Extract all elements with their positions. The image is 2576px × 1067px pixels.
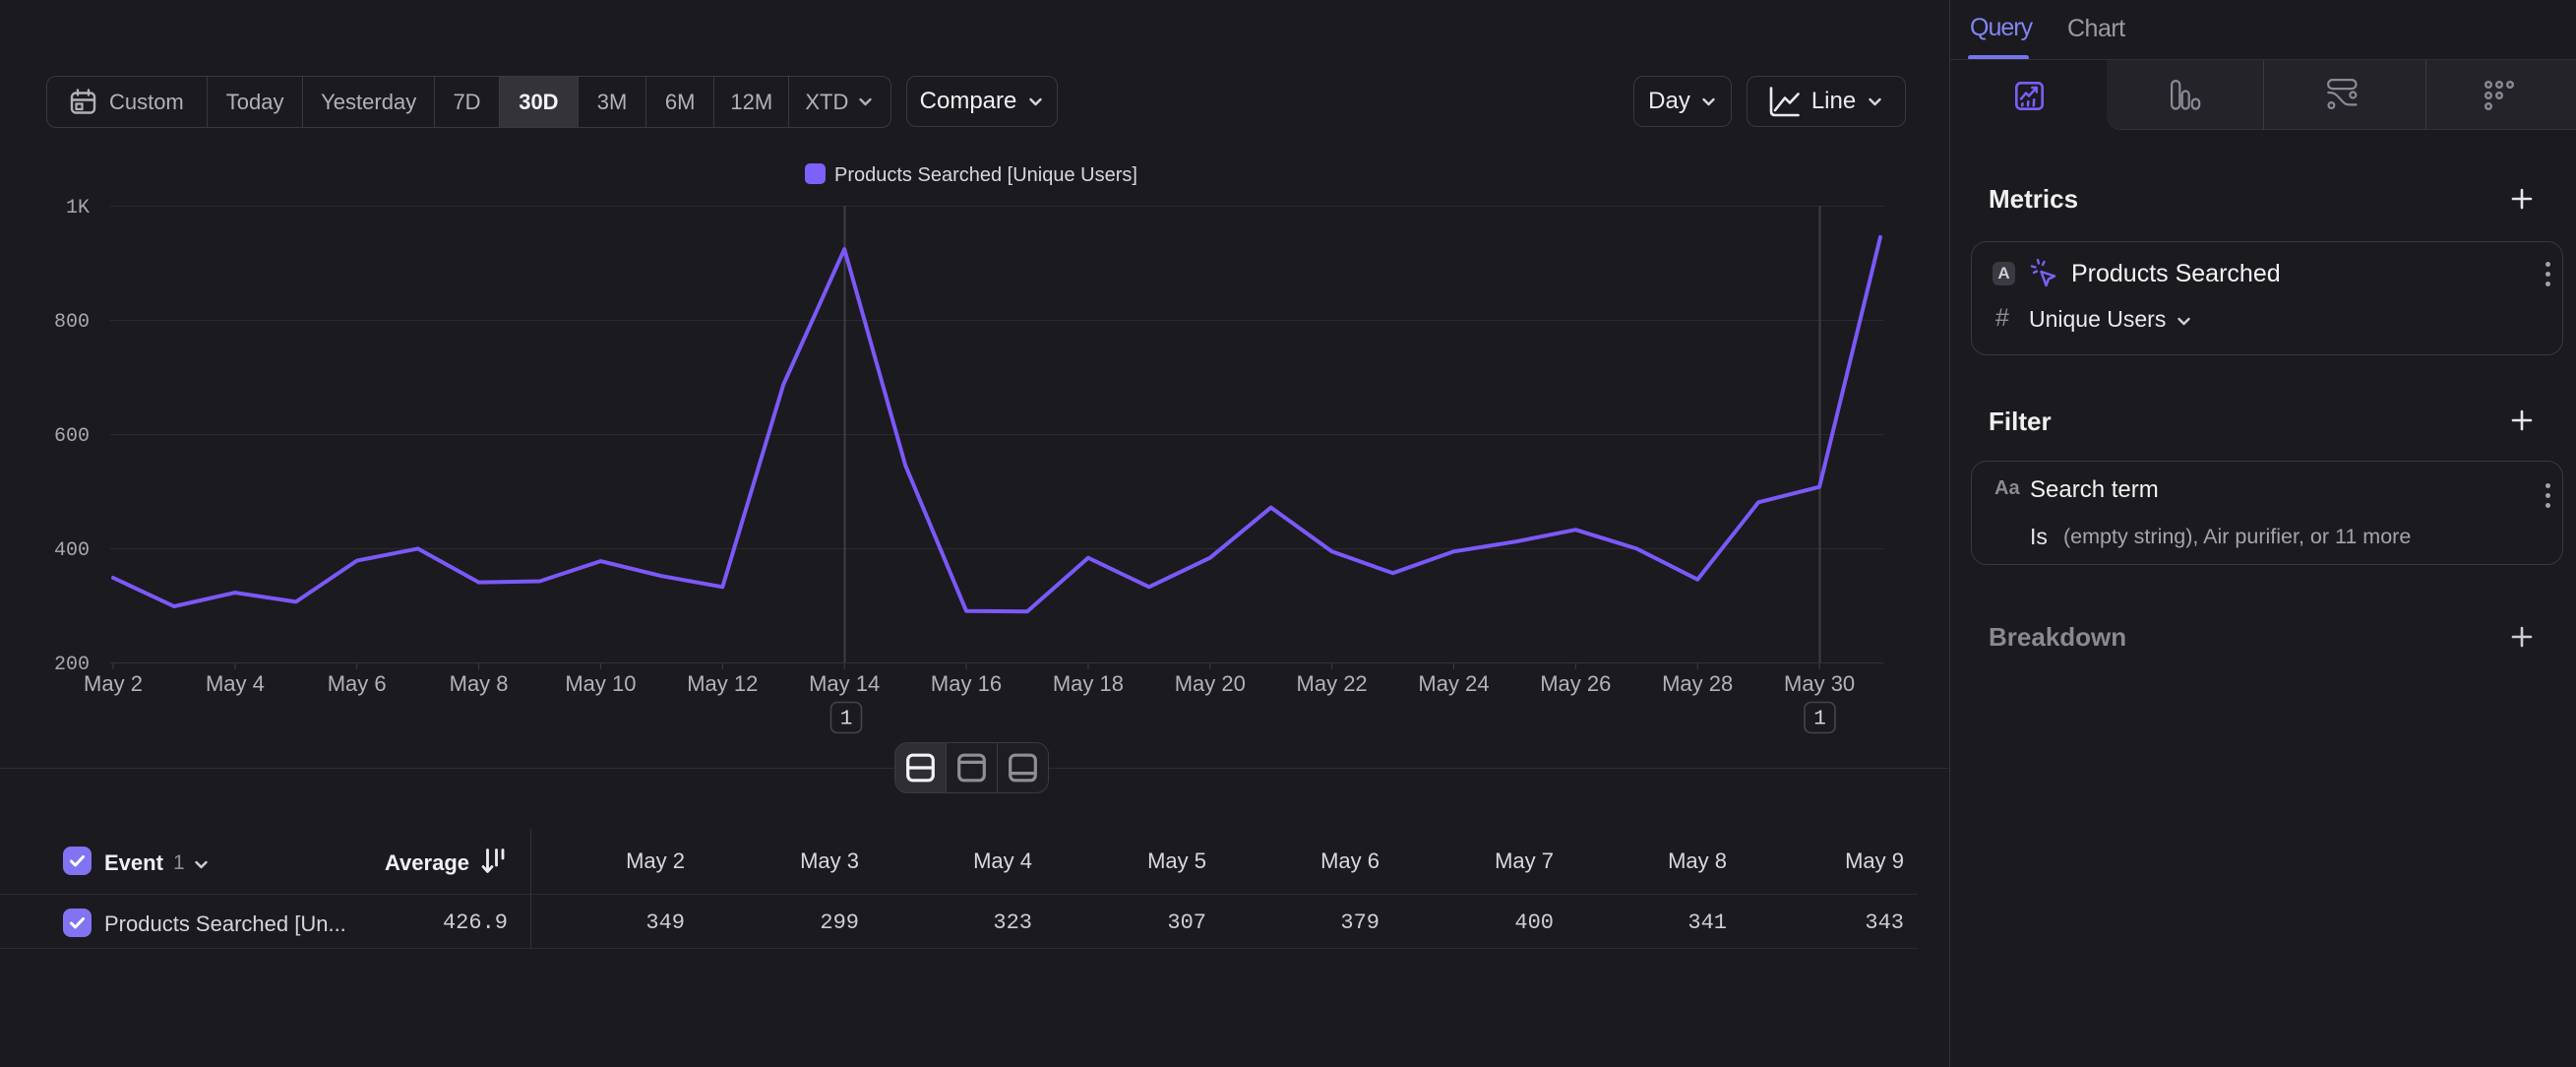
svg-text:May 24: May 24 bbox=[1418, 671, 1489, 696]
svg-text:1: 1 bbox=[840, 709, 853, 731]
svg-text:May 22: May 22 bbox=[1297, 671, 1368, 696]
svg-text:1K: 1K bbox=[66, 197, 90, 220]
svg-text:May 10: May 10 bbox=[565, 671, 636, 696]
svg-text:May 26: May 26 bbox=[1540, 671, 1611, 696]
svg-text:May 2: May 2 bbox=[84, 671, 143, 696]
svg-text:May 12: May 12 bbox=[687, 671, 758, 696]
svg-text:May 30: May 30 bbox=[1784, 671, 1855, 696]
svg-text:May 6: May 6 bbox=[328, 671, 387, 696]
svg-text:May 8: May 8 bbox=[450, 671, 509, 696]
svg-text:800: 800 bbox=[54, 311, 90, 334]
svg-text:May 28: May 28 bbox=[1662, 671, 1733, 696]
svg-text:May 20: May 20 bbox=[1175, 671, 1246, 696]
svg-text:May 14: May 14 bbox=[809, 671, 880, 696]
svg-text:May 16: May 16 bbox=[931, 671, 1002, 696]
svg-text:May 18: May 18 bbox=[1053, 671, 1124, 696]
svg-text:600: 600 bbox=[54, 425, 90, 448]
svg-text:Products Searched [Unique User: Products Searched [Unique Users] bbox=[834, 164, 1137, 186]
svg-text:May 4: May 4 bbox=[206, 671, 265, 696]
svg-text:1: 1 bbox=[1813, 709, 1826, 731]
svg-text:400: 400 bbox=[54, 539, 90, 562]
